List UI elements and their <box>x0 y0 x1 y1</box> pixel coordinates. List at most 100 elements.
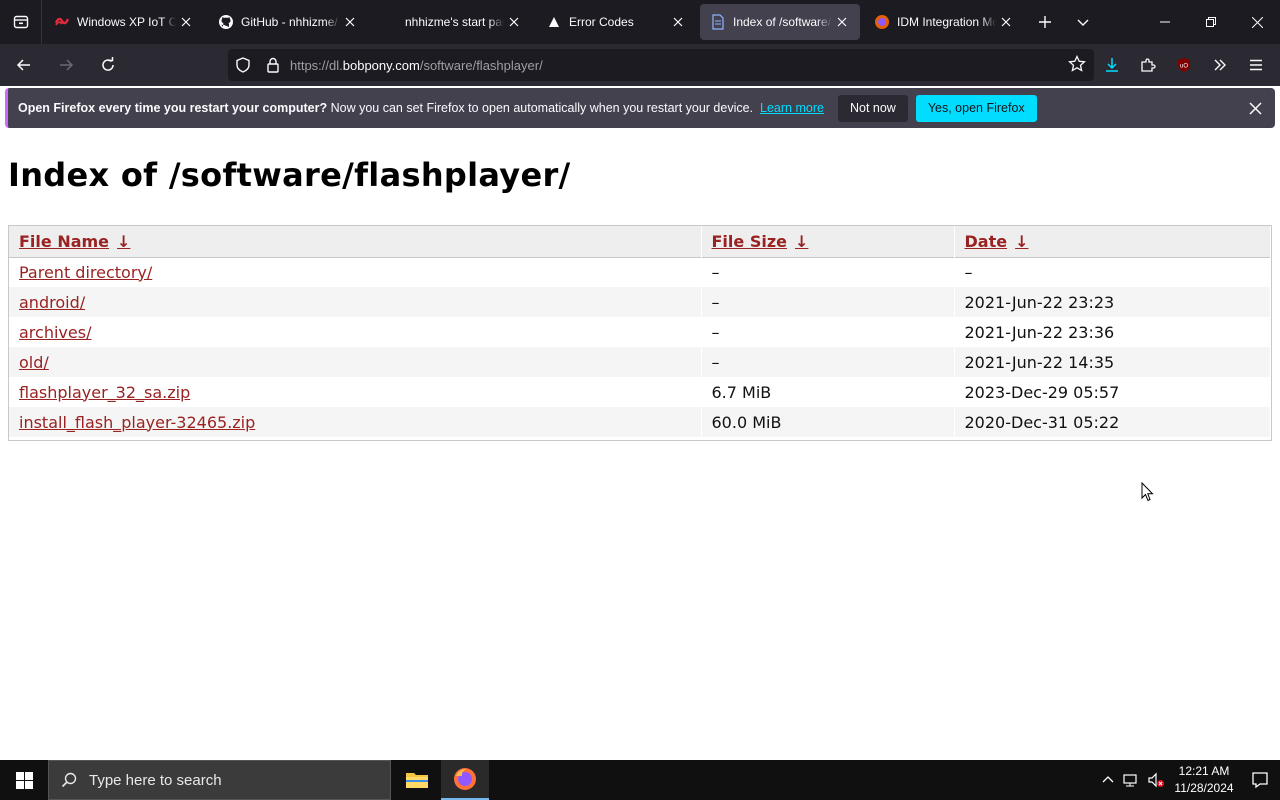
tab-strip: Windows XP IoT Co GitHub - nhhizme/ nhhi… <box>0 0 1280 44</box>
tab-error-codes[interactable]: Error Codes <box>536 4 696 40</box>
firefox-view-icon <box>13 15 28 29</box>
volume-muted-icon <box>1148 772 1164 788</box>
close-tab-icon[interactable] <box>834 14 850 30</box>
firefox-autostart-notification: Open Firefox every time you restart your… <box>5 88 1275 128</box>
github-icon <box>218 14 234 30</box>
file-link[interactable]: archives/ <box>19 323 91 342</box>
file-size: 60.0 MiB <box>701 407 955 437</box>
show-hidden-icons-button[interactable] <box>1096 760 1120 800</box>
file-link[interactable]: install_flash_player-32465.zip <box>19 413 255 432</box>
puzzle-icon <box>1141 58 1156 72</box>
folder-icon <box>406 773 428 788</box>
file-size: – <box>701 347 955 377</box>
sort-by-size-link[interactable]: File Size ↓ <box>712 232 809 251</box>
not-now-button[interactable]: Not now <box>837 94 908 122</box>
triangle-icon <box>546 14 562 30</box>
close-tab-icon[interactable] <box>998 14 1014 30</box>
file-date: 2021-Jun-22 14:35 <box>954 347 1271 377</box>
hamburger-menu-icon <box>1250 59 1262 71</box>
ublock-origin-icon: uO <box>1178 58 1190 72</box>
bookmark-star-icon[interactable] <box>1068 54 1086 78</box>
tab-github[interactable]: GitHub - nhhizme/ <box>208 4 368 40</box>
lock-icon[interactable] <box>258 49 288 81</box>
file-explorer-taskbar-button[interactable] <box>393 760 441 800</box>
back-button[interactable] <box>6 49 42 81</box>
column-header-name: File Name ↓ <box>9 226 702 257</box>
close-tab-icon[interactable] <box>670 14 686 30</box>
close-tab-icon[interactable] <box>342 14 358 30</box>
tab-title: GitHub - nhhizme/ <box>241 15 338 29</box>
start-button[interactable] <box>0 760 48 800</box>
close-notification-icon[interactable] <box>1245 98 1265 118</box>
learn-more-link[interactable]: Learn more <box>760 101 824 115</box>
firefox-taskbar-button[interactable] <box>441 760 489 800</box>
restore-button[interactable] <box>1188 0 1234 44</box>
shield-icon[interactable] <box>228 49 258 81</box>
table-header: File Name ↓ File Size ↓ Date ↓ <box>9 226 1271 257</box>
page-title: Index of /software/flashplayer/ <box>8 156 571 194</box>
sort-by-date-link[interactable]: Date ↓ <box>965 232 1029 251</box>
file-size: 6.7 MiB <box>701 377 955 407</box>
sort-by-name-link[interactable]: File Name ↓ <box>19 232 130 251</box>
more-tools-button[interactable] <box>1202 49 1238 81</box>
file-table: File Name ↓ File Size ↓ Date ↓ Parent direc… <box>9 226 1271 437</box>
file-link[interactable]: android/ <box>19 293 85 312</box>
blank-page-icon <box>382 14 398 30</box>
table-row: Parent directory/ – – <box>9 257 1271 287</box>
action-center-button[interactable] <box>1240 760 1280 800</box>
search-icon <box>61 772 77 788</box>
arrow-right-icon <box>60 59 74 71</box>
close-window-button[interactable] <box>1234 0 1280 44</box>
tab-idm-integration[interactable]: IDM Integration Mo <box>864 4 1024 40</box>
clock-time: 12:21 AM <box>1178 764 1230 778</box>
download-icon <box>1106 58 1118 72</box>
firefox-addon-icon <box>874 14 890 30</box>
file-date: – <box>954 257 1271 287</box>
file-link[interactable]: flashplayer_32_sa.zip <box>19 383 190 402</box>
network-button[interactable] <box>1120 760 1144 800</box>
close-tab-icon[interactable] <box>506 14 522 30</box>
notification-icon <box>1252 772 1268 789</box>
system-tray: 12:21 AM 11/28/2024 <box>1096 760 1280 800</box>
plus-icon <box>1039 16 1051 28</box>
firefox-icon <box>454 768 476 790</box>
volume-button[interactable] <box>1144 760 1168 800</box>
list-all-tabs-button[interactable] <box>1064 4 1102 40</box>
file-size: – <box>701 317 955 347</box>
yes-open-firefox-button[interactable]: Yes, open Firefox <box>915 94 1037 122</box>
minimize-button[interactable] <box>1142 0 1188 44</box>
page-content: Index of /software/flashplayer/ File Nam… <box>0 132 1280 760</box>
reload-button[interactable] <box>90 49 126 81</box>
downloads-button[interactable] <box>1094 49 1130 81</box>
file-listing: File Name ↓ File Size ↓ Date ↓ Parent direc… <box>8 225 1272 441</box>
close-tab-icon[interactable] <box>178 14 194 30</box>
tab-title: Error Codes <box>569 15 634 29</box>
new-tab-button[interactable] <box>1026 4 1064 40</box>
sort-arrow: ↓ <box>795 231 809 251</box>
forward-button[interactable] <box>48 49 84 81</box>
file-date: 2023-Dec-29 05:57 <box>954 377 1271 407</box>
tab-index-of-software[interactable]: Index of /software/ <box>700 4 860 40</box>
tab-title: IDM Integration Mo <box>897 15 996 29</box>
taskbar-search-box[interactable]: Type here to search <box>48 760 391 800</box>
file-date: 2020-Dec-31 05:22 <box>954 407 1271 437</box>
notification-message: Open Firefox every time you restart your… <box>18 101 754 115</box>
arrow-left-icon <box>16 59 30 71</box>
firefox-view-button[interactable] <box>0 0 42 44</box>
url-bar[interactable]: https://dl.bobpony.com/software/flashpla… <box>228 49 1094 81</box>
file-link[interactable]: old/ <box>19 353 49 372</box>
file-date: 2021-Jun-22 23:36 <box>954 317 1271 347</box>
taskbar-clock[interactable]: 12:21 AM 11/28/2024 <box>1168 763 1240 797</box>
windows-xp-red-icon <box>54 14 70 30</box>
sort-arrow: ↓ <box>117 231 131 251</box>
tab-windows-xp[interactable]: Windows XP IoT Co <box>44 4 204 40</box>
extensions-button[interactable] <box>1130 49 1166 81</box>
ublock-origin-button[interactable]: uO <box>1166 49 1202 81</box>
file-size: – <box>701 287 955 317</box>
tab-start-page[interactable]: nhhizme's start pag <box>372 4 532 40</box>
file-link[interactable]: Parent directory/ <box>19 263 152 282</box>
search-placeholder: Type here to search <box>89 771 222 789</box>
app-menu-button[interactable] <box>1238 49 1274 81</box>
windows-taskbar: Type here to search 12:21 AM 11/28/2024 <box>0 760 1280 800</box>
restore-icon <box>1206 17 1216 27</box>
